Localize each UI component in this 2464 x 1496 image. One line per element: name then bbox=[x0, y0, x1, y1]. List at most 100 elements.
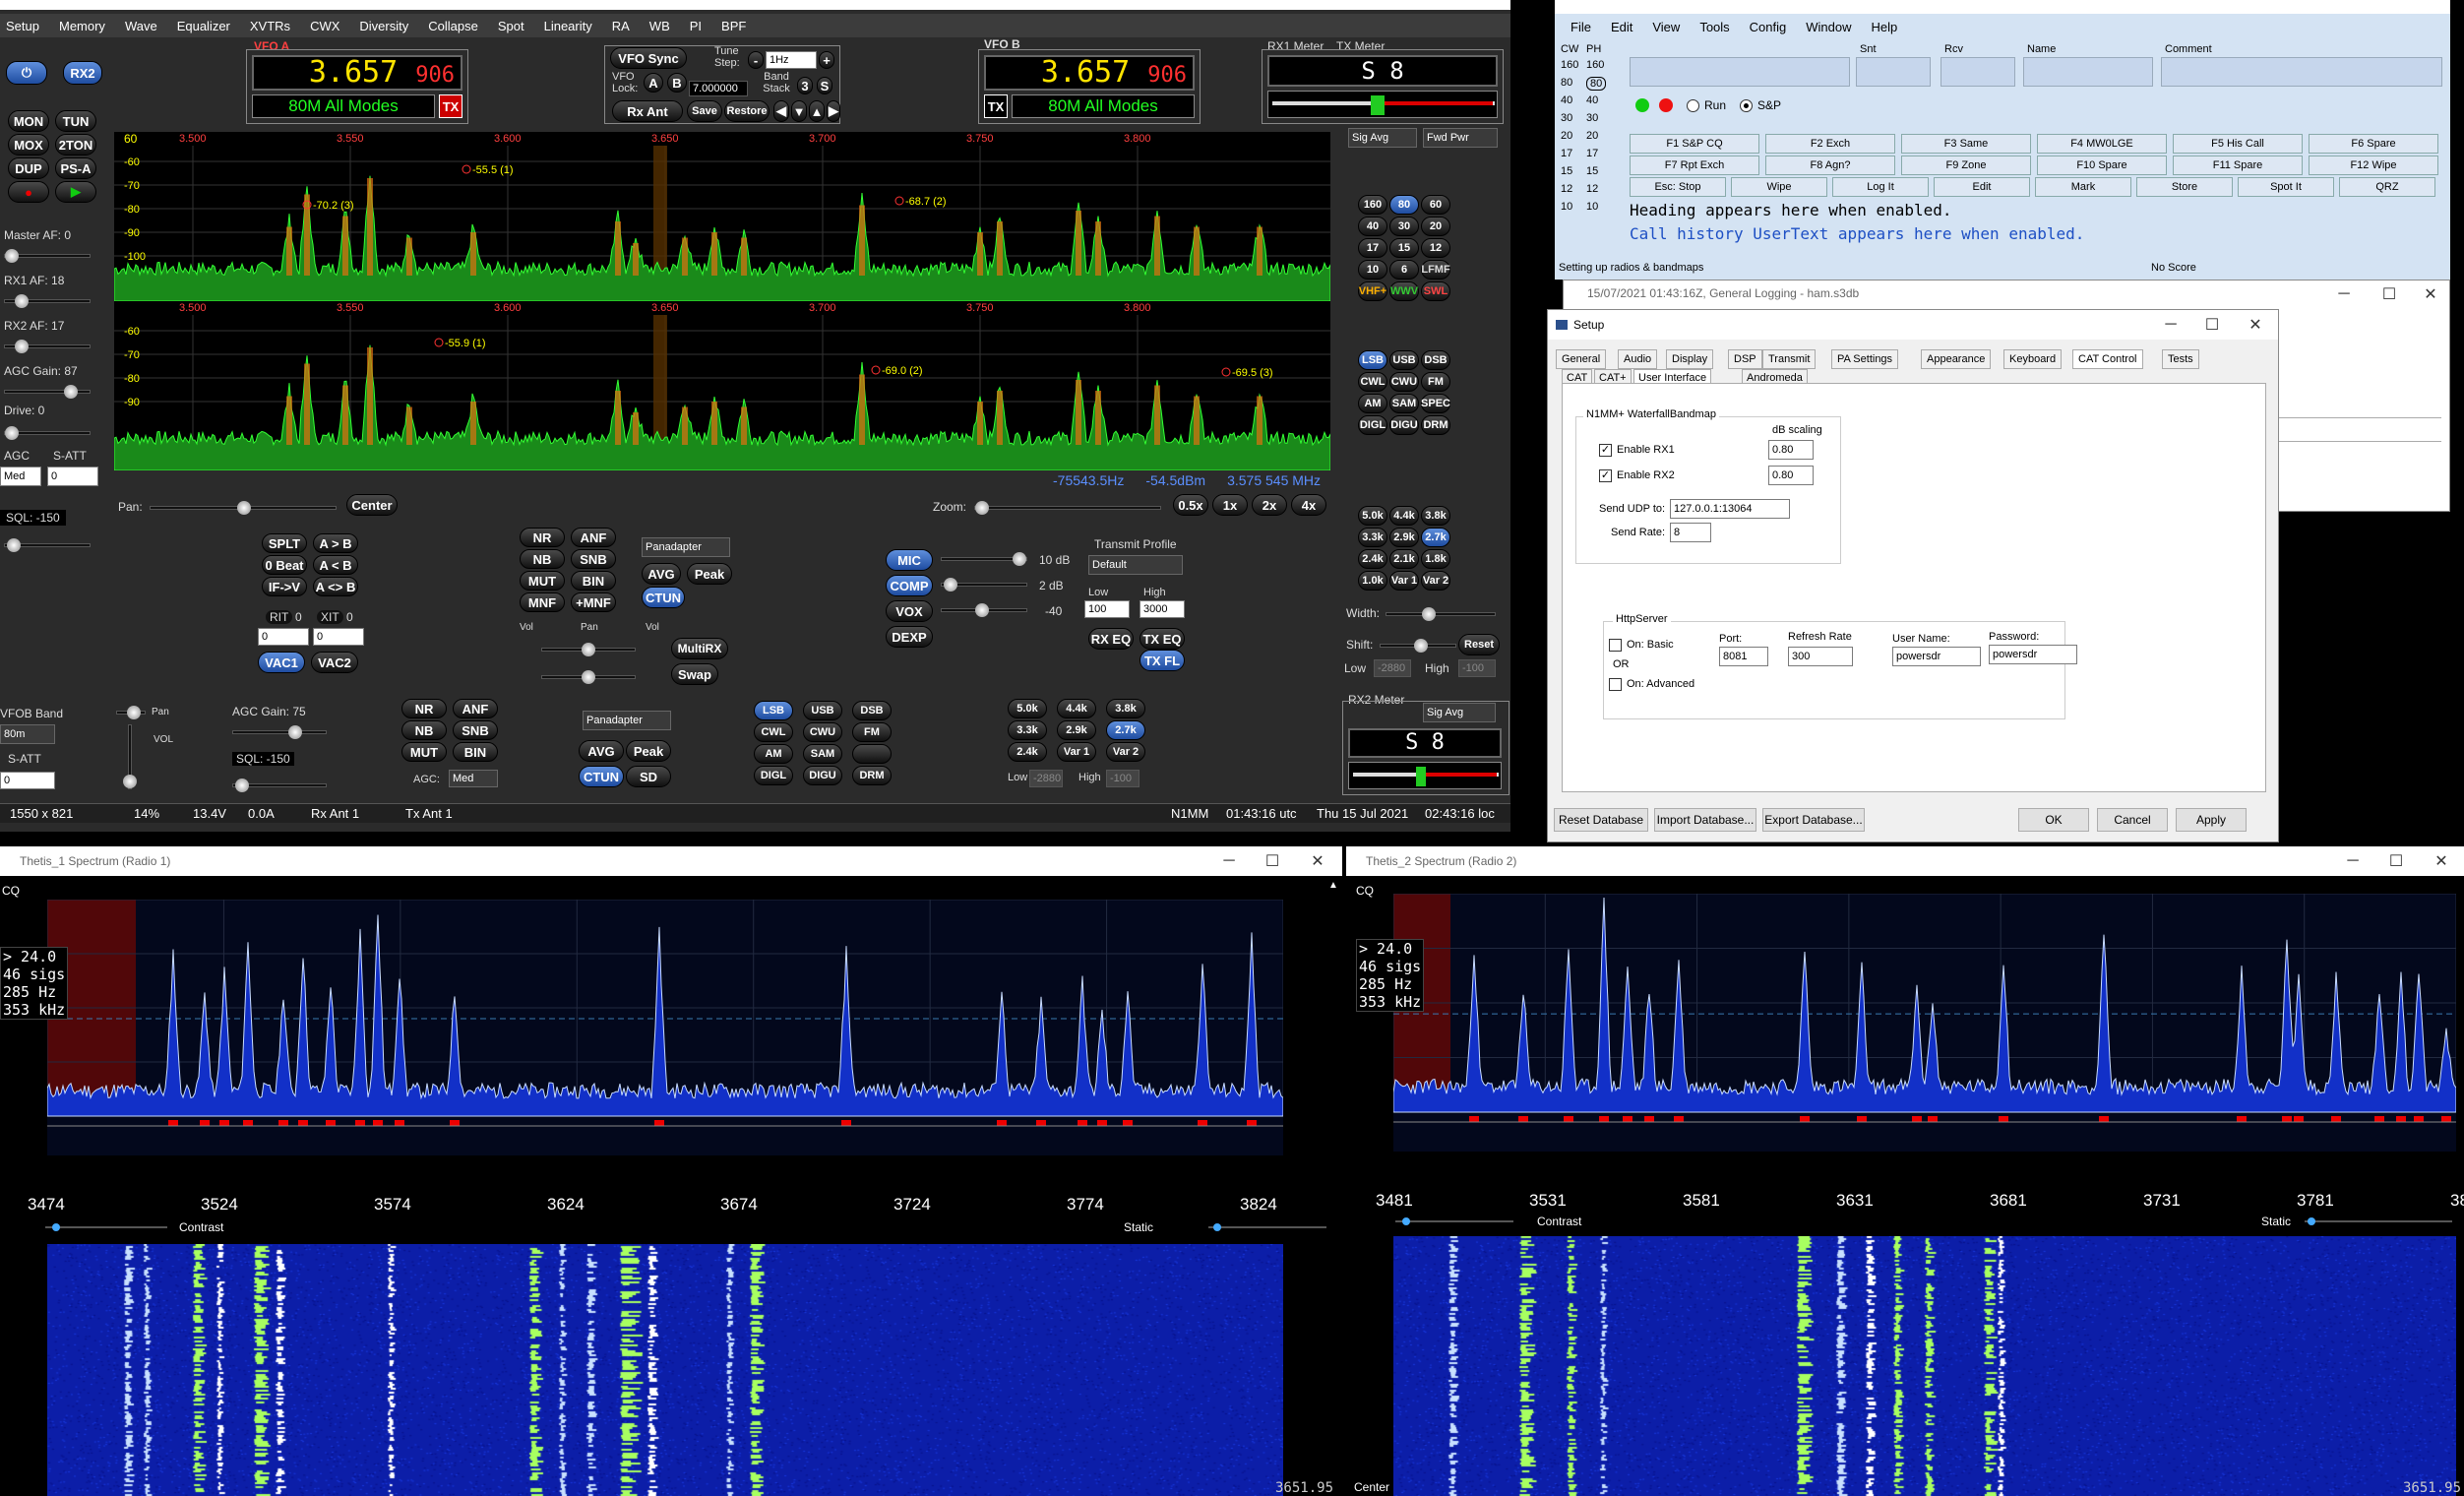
filter-2-9k[interactable]: 2.9k bbox=[1389, 528, 1419, 547]
width-slider[interactable] bbox=[1386, 607, 1496, 621]
n1mm-menu-tools[interactable]: Tools bbox=[1699, 20, 1729, 34]
menu-bpf[interactable]: BPF bbox=[721, 19, 746, 33]
peak2-button[interactable]: Peak bbox=[626, 740, 671, 762]
split-0-beat[interactable]: 0 Beat bbox=[262, 555, 307, 575]
sp-radio[interactable] bbox=[1740, 99, 1753, 112]
tx-eq-button[interactable]: TX EQ bbox=[1140, 628, 1185, 650]
swap-button[interactable]: Swap bbox=[671, 663, 718, 685]
n1mm-menu-edit[interactable]: Edit bbox=[1611, 20, 1632, 34]
setup-tab-general[interactable]: General bbox=[1556, 349, 1607, 369]
fkey-f1-s-p-cq[interactable]: F1 S&P CQ bbox=[1630, 134, 1759, 154]
tx-low-input[interactable]: 100 bbox=[1084, 600, 1130, 618]
drive-slider[interactable] bbox=[4, 426, 91, 440]
band-20[interactable]: 20 bbox=[1421, 217, 1450, 236]
mode-cwu[interactable]: CWU bbox=[1389, 372, 1419, 392]
mode2-cwu[interactable]: CWU bbox=[803, 722, 842, 742]
vac1-button[interactable]: VAC1 bbox=[258, 652, 305, 673]
spectrum2-plot[interactable] bbox=[1393, 894, 2456, 1152]
spectrum2-maximize-icon[interactable]: ☐ bbox=[2373, 846, 2419, 876]
fkey-f9-zone[interactable]: F9 Zone bbox=[1901, 156, 2031, 175]
band-160[interactable]: 160 bbox=[1358, 195, 1387, 215]
lock-b-button[interactable]: B bbox=[667, 73, 687, 93]
band-15[interactable]: 15 bbox=[1389, 238, 1419, 258]
vox-slider[interactable] bbox=[941, 603, 1027, 617]
logging-close-icon[interactable]: ✕ bbox=[2408, 280, 2449, 308]
n1mm-menu-view[interactable]: View bbox=[1652, 20, 1680, 34]
spec1-scroll-up-icon[interactable]: ▲ bbox=[1328, 880, 1340, 892]
band-30[interactable]: 30 bbox=[1389, 217, 1419, 236]
fkey-esc-stop[interactable]: Esc: Stop bbox=[1630, 177, 1726, 197]
vfob-pan-slider[interactable] bbox=[116, 706, 146, 719]
mode-sam[interactable]: SAM bbox=[1389, 394, 1419, 413]
filter-1-0k[interactable]: 1.0k bbox=[1358, 571, 1387, 591]
vfoa-display[interactable]: 3.657 906 bbox=[252, 55, 462, 91]
mode2-dsb[interactable]: DSB bbox=[852, 701, 892, 720]
band-cw-160[interactable]: 160 bbox=[1561, 59, 1578, 71]
menu-ra[interactable]: RA bbox=[612, 19, 630, 33]
rit-label[interactable]: RIT bbox=[266, 610, 293, 624]
sql-slider[interactable] bbox=[4, 538, 91, 552]
mode2-usb[interactable]: USB bbox=[803, 701, 842, 720]
tune-step-select[interactable]: 1Hz bbox=[766, 51, 817, 69]
fkey-qrz[interactable]: QRZ bbox=[2339, 177, 2435, 197]
entry-field-snt[interactable] bbox=[1856, 57, 1931, 87]
setup-tab-audio[interactable]: Audio bbox=[1618, 349, 1658, 369]
filter-4-4k[interactable]: 4.4k bbox=[1389, 506, 1419, 526]
band-cw-20[interactable]: 20 bbox=[1561, 130, 1572, 142]
setup-tab-transmit[interactable]: Transmit bbox=[1762, 349, 1817, 369]
entry-field-comment[interactable] bbox=[2161, 57, 2442, 87]
band-lfmf[interactable]: LFMF bbox=[1421, 260, 1450, 280]
on-basic-checkbox[interactable] bbox=[1609, 639, 1622, 652]
agc-gain2-slider[interactable] bbox=[232, 725, 327, 739]
restore-button[interactable]: Restore bbox=[724, 100, 770, 122]
spec1-contrast-slider[interactable] bbox=[45, 1223, 167, 1231]
spectrum1-waterfall[interactable] bbox=[47, 1244, 1283, 1496]
dsp2-nr[interactable]: NR bbox=[401, 699, 447, 718]
vfob-satt-input[interactable]: 0 bbox=[0, 772, 55, 789]
rit-input[interactable]: 0 bbox=[258, 628, 309, 646]
band-stack-s[interactable]: S bbox=[817, 77, 832, 94]
vfo-sync-button[interactable]: VFO Sync bbox=[610, 47, 687, 69]
band-ph-40[interactable]: 40 bbox=[1586, 94, 1598, 106]
ctun-button[interactable]: CTUN bbox=[642, 587, 685, 608]
band-cw-30[interactable]: 30 bbox=[1561, 112, 1572, 124]
arrow-down-button[interactable]: ▼ bbox=[791, 100, 807, 122]
save-button[interactable]: Save bbox=[687, 100, 722, 122]
mode-digl[interactable]: DIGL bbox=[1358, 415, 1387, 435]
filter2-var-2[interactable]: Var 2 bbox=[1106, 742, 1145, 762]
n1mm-menu-help[interactable]: Help bbox=[1872, 20, 1898, 34]
cancel-button[interactable]: Cancel bbox=[2097, 808, 2168, 832]
setup-minimize-icon[interactable]: ─ bbox=[2148, 310, 2193, 340]
psa-button[interactable]: PS-A bbox=[55, 157, 96, 179]
band-ph-12[interactable]: 12 bbox=[1586, 183, 1598, 195]
reset-database-button[interactable]: Reset Database bbox=[1554, 808, 1648, 832]
band-vhf-[interactable]: VHF+ bbox=[1358, 281, 1387, 301]
menu-wave[interactable]: Wave bbox=[125, 19, 157, 33]
play-button[interactable]: ▶ bbox=[55, 181, 96, 203]
arrow-right-button[interactable]: ▶ bbox=[827, 100, 840, 122]
rx-ant-button[interactable]: Rx Ant bbox=[612, 100, 683, 122]
dsp-nb[interactable]: NB bbox=[520, 549, 565, 569]
mode-dsb[interactable]: DSB bbox=[1421, 350, 1450, 370]
apply-button[interactable]: Apply bbox=[2176, 808, 2247, 832]
mode2-cwl[interactable]: CWL bbox=[754, 722, 793, 742]
fkey-edit[interactable]: Edit bbox=[1934, 177, 2030, 197]
band-cw-40[interactable]: 40 bbox=[1561, 94, 1572, 106]
sql2-slider[interactable] bbox=[232, 779, 327, 792]
n1mm-menu-file[interactable]: File bbox=[1571, 20, 1591, 34]
low2-input[interactable]: -2880 bbox=[1029, 770, 1063, 787]
agc-gain-slider[interactable] bbox=[4, 385, 91, 399]
vfob-band-select[interactable]: 80m bbox=[0, 724, 55, 744]
mode-fm[interactable]: FM bbox=[1421, 372, 1450, 392]
step-value[interactable]: 7.000000 bbox=[689, 81, 748, 96]
menu-linearity[interactable]: Linearity bbox=[544, 19, 592, 33]
mode2-digl[interactable]: DIGL bbox=[754, 766, 793, 785]
mode2-fm[interactable]: FM bbox=[852, 722, 892, 742]
split-splt[interactable]: SPLT bbox=[262, 533, 307, 553]
rx2-panadapter[interactable]: 3.500 3.550 3.600 3.650 3.700 3.750 3.800 -60 -7… bbox=[114, 301, 1330, 470]
filter2-2-7k[interactable]: 2.7k bbox=[1106, 720, 1145, 740]
fkey-store[interactable]: Store bbox=[2136, 177, 2233, 197]
mon-button[interactable]: MON bbox=[8, 110, 49, 132]
arrow-left-button[interactable]: ◀ bbox=[773, 100, 789, 122]
zoom-2x[interactable]: 2x bbox=[1252, 494, 1287, 516]
